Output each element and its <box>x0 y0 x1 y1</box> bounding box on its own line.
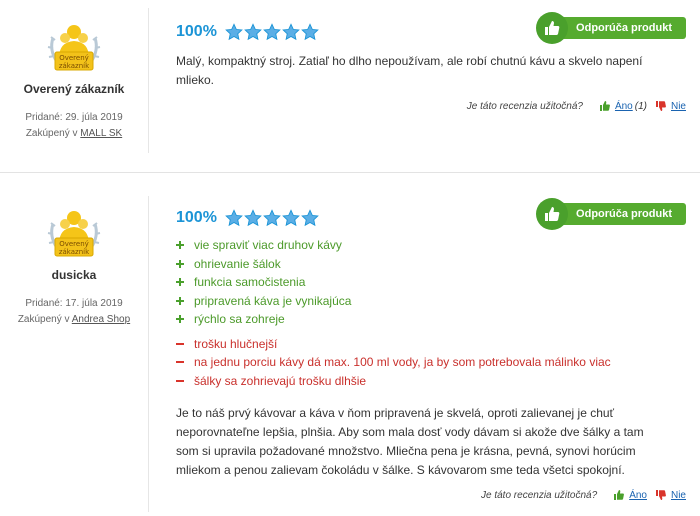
review-body: 100% Odporúča produkt vie spraviť viac d… <box>176 198 686 480</box>
pro-text: pripravená káva je vynikajúca <box>194 293 352 308</box>
bought-in: Zakúpený v Andrea Shop <box>0 312 148 328</box>
pro-text: ohrievanie šálok <box>194 256 281 271</box>
badge-text-line2: zákazník <box>59 248 90 256</box>
plus-icon <box>176 259 184 268</box>
thumbs-up-icon <box>599 101 610 111</box>
pro-item: vie spraviť viac druhov kávy <box>176 236 686 255</box>
vote-no[interactable]: Nie <box>655 100 686 112</box>
review-author-panel: Overený zákazník Overený zákazník Pridan… <box>0 18 148 142</box>
recommends-product-badge: Odporúča produkt <box>536 198 686 230</box>
thumbs-up-icon <box>614 490 625 500</box>
pro-item: rýchlo sa zohreje <box>176 310 686 329</box>
thumbs-up-icon <box>536 198 569 230</box>
author-meta: Pridané: 17. júla 2019 Zakúpený v Andrea… <box>0 296 148 328</box>
star-icon <box>244 23 262 41</box>
added-date: Pridané: 17. júla 2019 <box>25 298 123 309</box>
vote-no-link[interactable]: Nie <box>671 490 686 501</box>
star-rating <box>225 23 320 41</box>
thumbs-down-icon <box>655 101 666 111</box>
plus-icon <box>176 315 184 324</box>
review-text: Malý, kompaktný stroj. Zatiaľ ho dlho ne… <box>176 54 643 87</box>
helpfulness-row: Je táto recenzia užitočná? Áno (1) Nie <box>467 100 686 112</box>
vote-yes[interactable]: Áno (1) <box>599 100 647 112</box>
verified-customer-badge-icon: Overený zákazník <box>45 18 103 76</box>
rating-percent: 100% <box>176 23 217 40</box>
author-meta: Pridané: 29. júla 2019 Zakúpený v MALL S… <box>0 110 148 142</box>
author-name: dusicka <box>51 268 97 282</box>
star-icon <box>244 209 262 227</box>
plus-icon <box>176 241 184 250</box>
badge-text-line1: Overený <box>59 54 89 62</box>
recommends-product-badge: Odporúča produkt <box>536 12 686 44</box>
review-author-panel: Overený zákazník dusicka Pridané: 17. jú… <box>0 204 148 328</box>
con-item: na jednu porciu kávy dá max. 100 ml vody… <box>176 353 686 372</box>
review-text: Je to náš prvý kávovar a káva v ňom prip… <box>176 406 644 477</box>
recommends-product-label: Odporúča produkt <box>558 17 686 39</box>
star-icon <box>301 23 319 41</box>
helpful-question: Je táto recenzia užitočná? <box>481 489 598 501</box>
pros-list: vie spraviť viac druhov kávy ohrievanie … <box>176 236 686 329</box>
plus-icon <box>176 296 184 305</box>
pro-text: funkcia samočistenia <box>194 275 306 290</box>
minus-icon <box>176 377 184 385</box>
column-divider <box>148 8 149 153</box>
thumbs-down-icon <box>655 490 666 500</box>
bought-in: Zakúpený v MALL SK <box>0 126 148 142</box>
badge-text-line2: zákazník <box>59 62 90 70</box>
minus-icon <box>176 340 184 348</box>
bought-prefix: Zakúpený v <box>17 314 70 325</box>
star-icon <box>225 23 243 41</box>
con-text: na jednu porciu kávy dá max. 100 ml vody… <box>194 355 611 370</box>
con-item: šálky sa zohrievajú trošku dlhšie <box>176 372 686 391</box>
bought-prefix: Zakúpený v <box>25 128 78 139</box>
con-item: trošku hlučnejší <box>176 335 686 354</box>
badge-text-line1: Overený <box>59 240 89 248</box>
vote-yes-link[interactable]: Áno <box>629 490 647 501</box>
star-icon <box>225 209 243 227</box>
column-divider <box>148 196 149 512</box>
vote-yes-count: (1) <box>634 100 647 112</box>
helpfulness-row: Je táto recenzia užitočná? Áno Nie <box>481 489 686 501</box>
pro-text: rýchlo sa zohreje <box>194 312 285 327</box>
thumbs-up-icon <box>536 12 569 44</box>
pro-item: ohrievanie šálok <box>176 255 686 274</box>
review-body: 100% Odporúča produkt Malý, kompaktný st… <box>176 12 686 90</box>
star-icon <box>282 23 300 41</box>
plus-icon <box>176 278 184 287</box>
rating-percent: 100% <box>176 209 217 226</box>
star-icon <box>282 209 300 227</box>
minus-icon <box>176 358 184 366</box>
star-rating <box>225 209 320 227</box>
star-icon <box>263 209 281 227</box>
star-icon <box>263 23 281 41</box>
review-card: Overený zákazník Overený zákazník Pridan… <box>0 0 700 162</box>
pro-item: pripravená káva je vynikajúca <box>176 292 686 311</box>
verified-customer-badge-icon: Overený zákazník <box>45 204 103 262</box>
added-date: Pridané: 29. júla 2019 <box>25 112 123 123</box>
review-separator <box>0 172 700 173</box>
store-link[interactable]: Andrea Shop <box>72 314 130 325</box>
store-link[interactable]: MALL SK <box>80 128 122 139</box>
vote-yes[interactable]: Áno <box>613 489 647 501</box>
helpful-question: Je táto recenzia užitočná? <box>466 100 583 112</box>
pro-text: vie spraviť viac druhov kávy <box>194 238 342 253</box>
con-text: trošku hlučnejší <box>194 336 278 351</box>
recommends-product-label: Odporúča produkt <box>558 203 686 225</box>
author-name: Overený zákazník <box>23 82 125 96</box>
vote-yes-link[interactable]: Áno <box>615 101 633 112</box>
star-icon <box>301 209 319 227</box>
pro-item: funkcia samočistenia <box>176 273 686 292</box>
con-text: šálky sa zohrievajú trošku dlhšie <box>194 373 367 388</box>
vote-no[interactable]: Nie <box>655 489 686 501</box>
review-card: Overený zákazník dusicka Pridané: 17. jú… <box>0 178 700 516</box>
vote-no-link[interactable]: Nie <box>671 101 686 112</box>
cons-list: trošku hlučnejší na jednu porciu kávy dá… <box>176 335 686 391</box>
